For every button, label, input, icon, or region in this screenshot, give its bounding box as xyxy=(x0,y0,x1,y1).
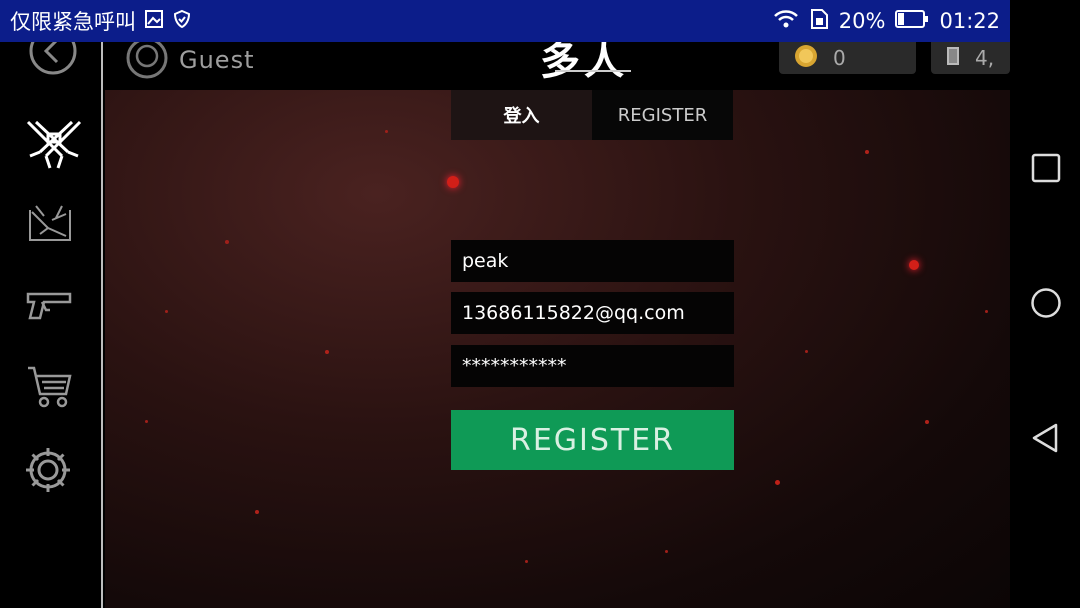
home-circle-icon[interactable] xyxy=(1030,287,1062,319)
spark xyxy=(325,350,329,354)
spark xyxy=(865,150,869,154)
spark xyxy=(255,510,259,514)
image-icon xyxy=(144,9,164,34)
clock: 01:22 xyxy=(939,9,1000,33)
spark xyxy=(805,350,808,353)
register-button[interactable]: REGISTER xyxy=(451,410,734,470)
spark xyxy=(665,550,668,553)
coin-icon xyxy=(793,43,819,74)
crossed-guns-icon[interactable] xyxy=(22,112,84,174)
cards-value: 4, xyxy=(975,46,995,70)
spark xyxy=(985,310,988,313)
spark xyxy=(385,130,388,133)
spark xyxy=(925,420,929,424)
spark xyxy=(909,260,919,270)
coins-value: 0 xyxy=(833,46,846,70)
tab-login[interactable]: 登入 xyxy=(451,90,592,140)
recents-square-icon[interactable] xyxy=(1030,152,1062,184)
spark xyxy=(165,310,168,313)
guest-avatar-icon xyxy=(125,42,169,84)
wifi-icon xyxy=(773,9,799,34)
auth-tabs: 登入 REGISTER xyxy=(451,90,734,140)
status-bar-right: 20% 01:22 xyxy=(773,8,1000,35)
status-bar-left: 仅限紧急呼叫 xyxy=(10,6,192,36)
battery-icon xyxy=(895,9,929,34)
spark xyxy=(447,176,459,188)
card-icon xyxy=(945,45,961,72)
cards-panel[interactable]: 4, xyxy=(931,42,1010,74)
username-field[interactable]: peak xyxy=(451,240,734,282)
title-underline xyxy=(555,70,631,72)
gear-icon[interactable] xyxy=(22,444,84,506)
battery-percent: 20% xyxy=(838,9,886,33)
spark xyxy=(525,560,528,563)
pistol-icon[interactable] xyxy=(22,284,84,346)
android-nav-bar xyxy=(1010,0,1080,608)
spark xyxy=(775,480,780,485)
guest-name: Guest xyxy=(179,46,255,74)
spark xyxy=(225,240,229,244)
map-icon[interactable] xyxy=(22,200,84,262)
back-triangle-icon[interactable] xyxy=(1030,422,1062,454)
game-screen: Guest 多人 0 4, 登入 REGISTER peak 136861158… xyxy=(0,42,1010,608)
password-field[interactable]: *********** xyxy=(451,345,734,387)
shield-icon xyxy=(172,9,192,34)
status-bar: 仅限紧急呼叫 20% 01:22 xyxy=(0,0,1010,42)
spark xyxy=(145,420,148,423)
sidebar xyxy=(0,42,103,608)
register-panel: 登入 REGISTER peak 13686115822@qq.com ****… xyxy=(105,90,1010,608)
email-field[interactable]: 13686115822@qq.com xyxy=(451,292,734,334)
emergency-calls-only-text: 仅限紧急呼叫 xyxy=(10,10,136,34)
back-icon[interactable] xyxy=(22,42,84,82)
coins-panel[interactable]: 0 xyxy=(779,42,916,74)
guest-profile[interactable]: Guest xyxy=(125,42,255,84)
tab-register[interactable]: REGISTER xyxy=(592,90,733,140)
cart-icon[interactable] xyxy=(22,362,84,424)
page-title: 多人 xyxy=(540,42,628,84)
sim-card-icon xyxy=(809,8,829,35)
